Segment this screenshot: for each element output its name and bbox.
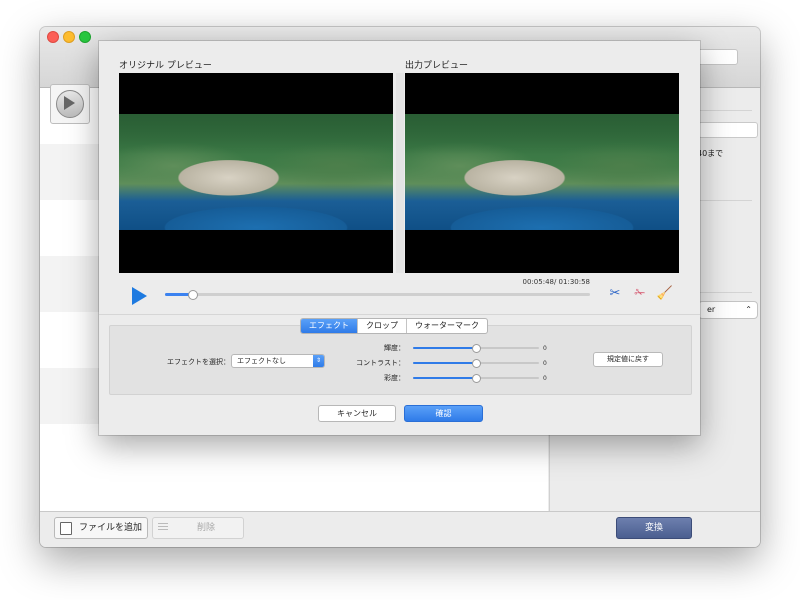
edit-tabs: エフェクト クロップ ウォーターマーク [300, 318, 488, 334]
edit-dialog: オリジナル プレビュー 出力プレビュー 00:05:48/ 01:30:58 ✂… [99, 41, 700, 435]
original-preview-label: オリジナル プレビュー [119, 61, 212, 71]
saturation-value: 0 [543, 375, 547, 382]
settings-field[interactable] [698, 122, 758, 138]
add-file-label: ファイルを追加 [79, 523, 143, 533]
saturation-slider-fill [413, 377, 476, 379]
zoom-window-button[interactable] [79, 31, 91, 43]
saturation-label: 彩度： [384, 374, 405, 382]
minimize-window-button[interactable] [63, 31, 75, 43]
effect-select-label: エフェクトを選択： [167, 358, 230, 366]
playback-timeline[interactable] [165, 290, 590, 300]
video-thumbnail[interactable] [50, 84, 90, 124]
saturation-slider[interactable] [413, 374, 539, 383]
delete-button[interactable]: 削除 [152, 517, 244, 539]
timeline-scrubber[interactable] [188, 290, 199, 300]
close-window-button[interactable] [47, 31, 59, 43]
brightness-slider[interactable] [413, 344, 539, 353]
contrast-slider-fill [413, 362, 476, 364]
play-icon[interactable] [132, 287, 147, 305]
scissors-icon[interactable]: ✁ [630, 284, 650, 304]
output-video-hills [405, 114, 679, 154]
section-divider [99, 314, 700, 315]
reset-defaults-button[interactable]: 規定値に戻す [593, 352, 663, 367]
original-preview-video [119, 73, 393, 273]
timecode-display: 00:05:48/ 01:30:58 [522, 278, 590, 286]
contrast-value: 0 [543, 360, 547, 367]
original-video-hills [119, 114, 393, 154]
brightness-value: 0 [543, 345, 547, 352]
output-preview-label: 出力プレビュー [405, 61, 469, 71]
tab-crop[interactable]: クロップ [358, 319, 407, 333]
brightness-slider-knob[interactable] [472, 344, 481, 353]
contrast-label: コントラスト： [356, 359, 405, 367]
effect-select[interactable]: エフェクトなし ⇕ [231, 354, 325, 368]
thumbnail-play-icon [64, 96, 75, 110]
settings-select[interactable]: er ⌃ [698, 301, 758, 319]
effect-select-value: エフェクトなし [237, 357, 286, 365]
chevron-updown-icon: ⌃ [745, 305, 752, 314]
confirm-button[interactable]: 確認 [404, 405, 483, 422]
effects-panel: エフェクトを選択： エフェクトなし ⇕ 輝度： 0 コントラスト： 0 彩度： … [109, 325, 692, 395]
brightness-label: 輝度： [384, 344, 405, 352]
settings-limit-text: 40まで [697, 149, 724, 158]
add-file-button[interactable]: ファイルを追加 [54, 517, 148, 539]
film-cut-icon[interactable]: ✂ [605, 284, 625, 304]
broom-icon[interactable]: 🧹 [655, 284, 675, 304]
saturation-slider-knob[interactable] [472, 374, 481, 383]
chevron-updown-icon: ⇕ [313, 355, 324, 367]
delete-label: 削除 [197, 523, 216, 533]
cancel-button[interactable]: キャンセル [318, 405, 396, 422]
delete-list-icon [158, 523, 168, 532]
tab-effect[interactable]: エフェクト [301, 319, 358, 333]
add-file-icon [60, 522, 72, 535]
convert-button[interactable]: 変換 [616, 517, 692, 539]
preview-divider [396, 73, 404, 273]
tab-watermark[interactable]: ウォーターマーク [407, 319, 487, 333]
settings-select-value: er [707, 305, 716, 314]
contrast-slider-knob[interactable] [472, 359, 481, 368]
contrast-slider[interactable] [413, 359, 539, 368]
bottom-toolbar: ファイルを追加 削除 変換 [40, 511, 760, 547]
toolbar-search-field[interactable] [696, 49, 738, 65]
output-preview-video [405, 73, 679, 273]
brightness-slider-fill [413, 347, 476, 349]
